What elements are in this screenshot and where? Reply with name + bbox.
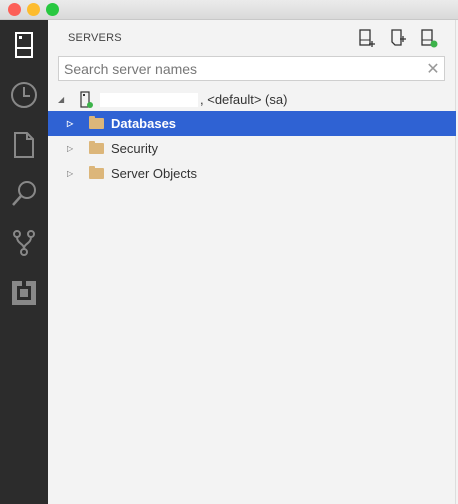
title-bar [0, 0, 458, 20]
tree-item-databases[interactable]: ▷ Databases [48, 111, 456, 136]
panel-title: SERVERS [68, 32, 122, 44]
folder-icon [89, 141, 104, 154]
maximize-window-button[interactable] [46, 3, 59, 16]
expand-arrow-icon[interactable]: ▷ [67, 169, 77, 178]
close-window-button[interactable] [8, 3, 21, 16]
search-servers-field[interactable]: ✕ [58, 56, 445, 81]
active-connections-icon[interactable] [419, 28, 439, 48]
search-icon[interactable] [8, 177, 40, 209]
file-icon[interactable] [8, 129, 40, 161]
folder-icon [89, 116, 104, 129]
source-control-icon[interactable] [8, 227, 40, 259]
extensions-icon[interactable] [8, 277, 40, 309]
tree-item-security[interactable]: ▷ Security [48, 136, 456, 161]
server-label: , <default> (sa) [200, 92, 288, 107]
servers-panel: SERVERS ✕ ◢ , <default> (sa) ▷ Databases… [48, 20, 456, 504]
expand-arrow-icon[interactable]: ▷ [67, 144, 77, 153]
minimize-window-button[interactable] [27, 3, 40, 16]
server-node[interactable]: ◢ , <default> (sa) [48, 87, 456, 112]
collapse-arrow-icon[interactable]: ◢ [58, 95, 68, 104]
activity-bar [0, 20, 48, 504]
servers-icon[interactable] [8, 29, 40, 61]
new-connection-icon[interactable] [357, 28, 377, 48]
search-input[interactable] [64, 60, 422, 77]
new-server-group-icon[interactable] [388, 28, 408, 48]
server-name-redacted [100, 92, 198, 107]
tree-item-label: Server Objects [111, 166, 197, 181]
folder-icon [89, 166, 104, 179]
tree-item-server-objects[interactable]: ▷ Server Objects [48, 161, 456, 186]
history-icon[interactable] [8, 79, 40, 111]
clear-search-icon[interactable]: ✕ [422, 59, 444, 79]
server-icon [80, 90, 94, 109]
tree-item-label: Databases [111, 116, 177, 131]
tree-item-label: Security [111, 141, 158, 156]
expand-arrow-icon[interactable]: ▷ [67, 119, 77, 128]
